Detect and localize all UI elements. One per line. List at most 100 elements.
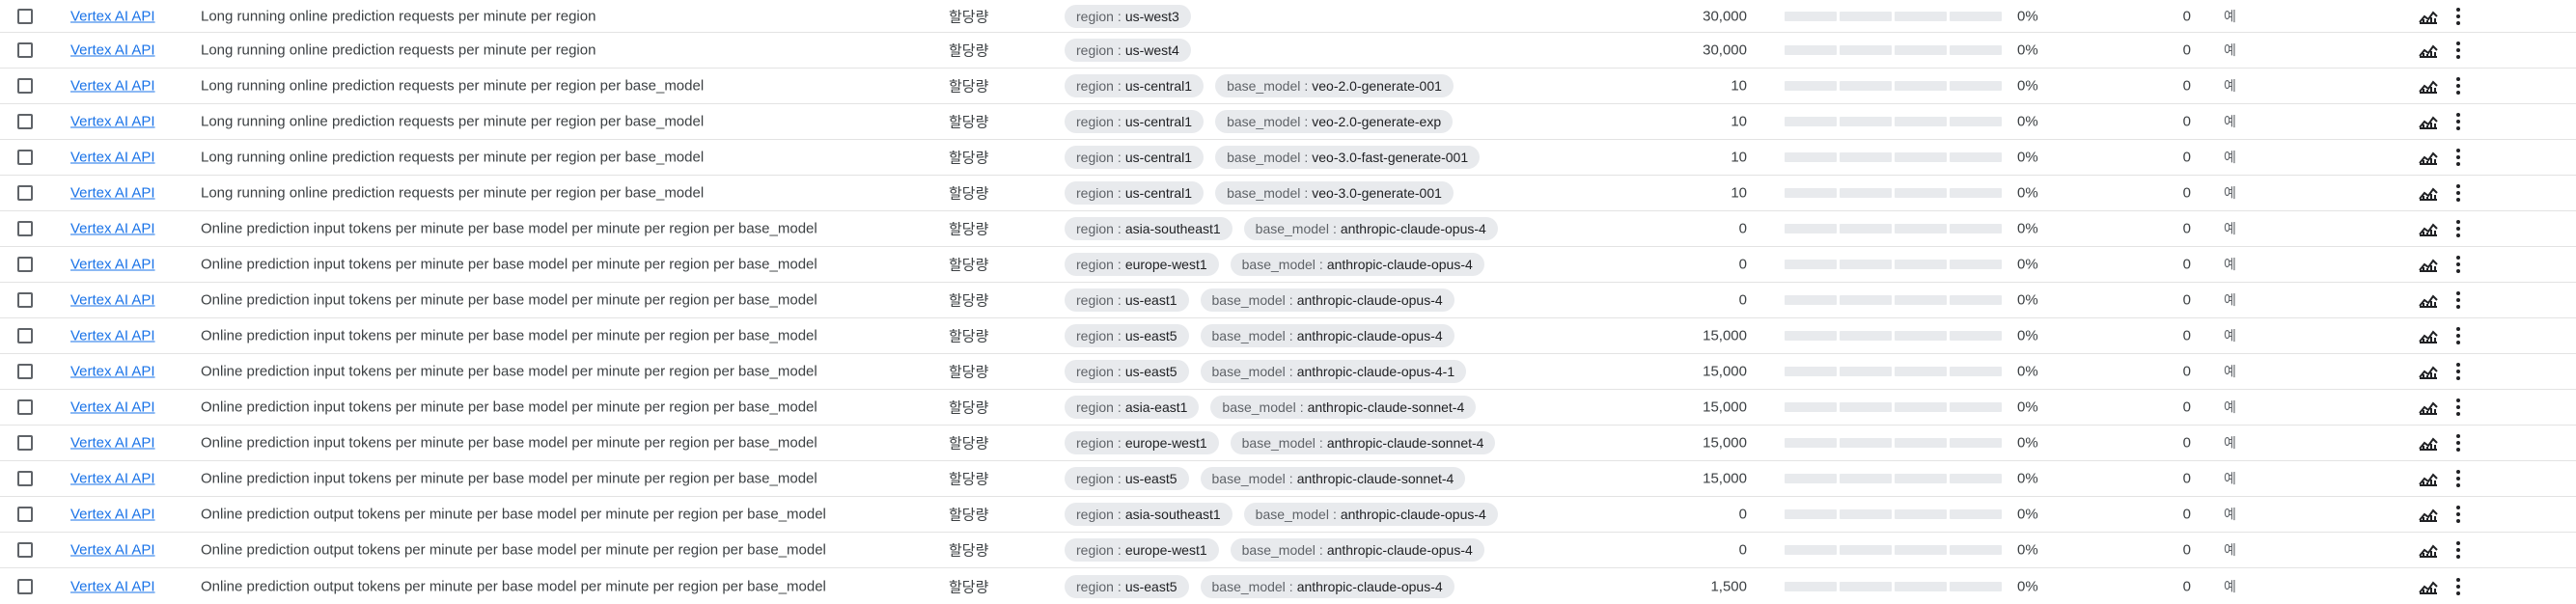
chart-icon[interactable] — [2419, 78, 2438, 94]
dimensions: region: us-central1 base_model: veo-2.0-gen… — [1065, 110, 1454, 133]
row-checkbox[interactable] — [17, 221, 33, 236]
row-checkbox[interactable] — [17, 42, 33, 58]
chart-icon[interactable] — [2419, 471, 2438, 486]
usage-bar-segment — [1950, 438, 2002, 448]
row-checkbox[interactable] — [17, 78, 33, 94]
more-vert-icon[interactable] — [2451, 398, 2465, 417]
row-checkbox[interactable] — [17, 328, 33, 343]
service-link[interactable]: Vertex AI API — [70, 542, 155, 559]
row-checkbox[interactable] — [17, 542, 33, 558]
row-checkbox[interactable] — [17, 399, 33, 415]
chart-icon[interactable] — [2419, 292, 2438, 308]
usage-bar-segment — [1895, 474, 1947, 483]
row-checkbox[interactable] — [17, 578, 33, 594]
service-link[interactable]: Vertex AI API — [70, 114, 155, 130]
table-row: Vertex AI API Online prediction input tok… — [0, 211, 2576, 247]
row-checkbox[interactable] — [17, 471, 33, 486]
row-checkbox[interactable] — [17, 114, 33, 129]
chart-icon[interactable] — [2419, 435, 2438, 451]
more-vert-icon[interactable] — [2451, 7, 2465, 26]
dimension-separator: : — [1117, 578, 1122, 594]
usage-bar-segment — [1950, 331, 2002, 341]
service-link[interactable]: Vertex AI API — [70, 78, 155, 95]
service-link[interactable]: Vertex AI API — [70, 221, 155, 237]
usage-bar-segment — [1840, 295, 1892, 305]
service-link[interactable]: Vertex AI API — [70, 185, 155, 202]
service-link[interactable]: Vertex AI API — [70, 364, 155, 380]
more-vert-icon[interactable] — [2451, 219, 2465, 238]
row-checkbox[interactable] — [17, 435, 33, 451]
more-vert-icon[interactable] — [2451, 148, 2465, 167]
row-checkbox[interactable] — [17, 257, 33, 272]
service-link[interactable]: Vertex AI API — [70, 507, 155, 523]
more-vert-icon[interactable] — [2451, 326, 2465, 345]
current-usage: 0 — [2182, 363, 2191, 380]
more-vert-icon[interactable] — [2451, 183, 2465, 203]
more-vert-icon[interactable] — [2451, 290, 2465, 310]
dimension-value: anthropic-claude-opus-4 — [1340, 221, 1486, 236]
more-vert-icon[interactable] — [2451, 540, 2465, 560]
usage-bar-segment — [1950, 188, 2002, 198]
service-link[interactable]: Vertex AI API — [70, 8, 155, 24]
chart-icon[interactable] — [2419, 257, 2438, 272]
quota-name: Long running online prediction requests … — [201, 77, 705, 95]
chart-icon[interactable] — [2419, 507, 2438, 522]
chart-icon[interactable] — [2419, 221, 2438, 236]
service-link[interactable]: Vertex AI API — [70, 399, 155, 416]
row-checkbox[interactable] — [17, 507, 33, 522]
row-checkbox[interactable] — [17, 8, 33, 24]
dimension-chip: base_model: anthropic-claude-opus-4 — [1200, 288, 1454, 312]
more-vert-icon[interactable] — [2451, 577, 2465, 596]
service-link[interactable]: Vertex AI API — [70, 328, 155, 344]
row-checkbox[interactable] — [17, 292, 33, 308]
service-link[interactable]: Vertex AI API — [70, 435, 155, 452]
chart-icon[interactable] — [2419, 9, 2438, 24]
quota-name: Online prediction input tokens per minut… — [201, 434, 817, 452]
dimension-key: region — [1076, 8, 1114, 24]
chart-icon[interactable] — [2419, 185, 2438, 201]
quota-name: Online prediction output tokens per minu… — [201, 506, 826, 523]
dimension-value: europe-west1 — [1124, 257, 1207, 272]
more-vert-icon[interactable] — [2451, 112, 2465, 131]
usage-bar — [1785, 152, 2002, 162]
more-vert-icon[interactable] — [2451, 469, 2465, 488]
quota-name: Long running online prediction requests … — [201, 113, 705, 130]
dimension-chip: region: us-west4 — [1065, 39, 1191, 62]
usage-percent: 0% — [2017, 470, 2038, 487]
chart-icon[interactable] — [2419, 150, 2438, 165]
service-link[interactable]: Vertex AI API — [70, 471, 155, 487]
quota-type: 할당량 — [949, 42, 989, 60]
chart-icon[interactable] — [2419, 328, 2438, 343]
usage-bar-segment — [1950, 367, 2002, 376]
dimension-separator: : — [1318, 542, 1323, 558]
chart-icon[interactable] — [2419, 542, 2438, 558]
usage-bar-segment — [1785, 188, 1837, 198]
chart-icon[interactable] — [2419, 399, 2438, 415]
adjustable-flag: 예 — [2224, 8, 2236, 24]
chart-icon[interactable] — [2419, 42, 2438, 58]
dimension-key: region — [1076, 328, 1114, 343]
dimension-separator: : — [1332, 221, 1337, 236]
chart-icon[interactable] — [2419, 364, 2438, 379]
more-vert-icon[interactable] — [2451, 255, 2465, 274]
dimension-key: region — [1076, 542, 1114, 558]
row-checkbox[interactable] — [17, 150, 33, 165]
row-checkbox[interactable] — [17, 364, 33, 379]
chart-icon[interactable] — [2419, 579, 2438, 594]
more-vert-icon[interactable] — [2451, 41, 2465, 60]
more-vert-icon[interactable] — [2451, 433, 2465, 453]
service-link[interactable]: Vertex AI API — [70, 257, 155, 273]
more-vert-icon[interactable] — [2451, 362, 2465, 381]
service-link[interactable]: Vertex AI API — [70, 292, 155, 309]
quota-value: 10 — [1731, 149, 1747, 166]
service-link[interactable]: Vertex AI API — [70, 578, 155, 594]
adjustable-flag: 예 — [2224, 471, 2236, 486]
chart-icon[interactable] — [2419, 114, 2438, 129]
service-link[interactable]: Vertex AI API — [70, 150, 155, 166]
more-vert-icon[interactable] — [2451, 505, 2465, 524]
more-vert-icon[interactable] — [2451, 76, 2465, 96]
dimension-value: us-east5 — [1124, 364, 1177, 379]
service-link[interactable]: Vertex AI API — [70, 42, 155, 59]
usage-bar-segment — [1840, 545, 1892, 555]
row-checkbox[interactable] — [17, 185, 33, 201]
